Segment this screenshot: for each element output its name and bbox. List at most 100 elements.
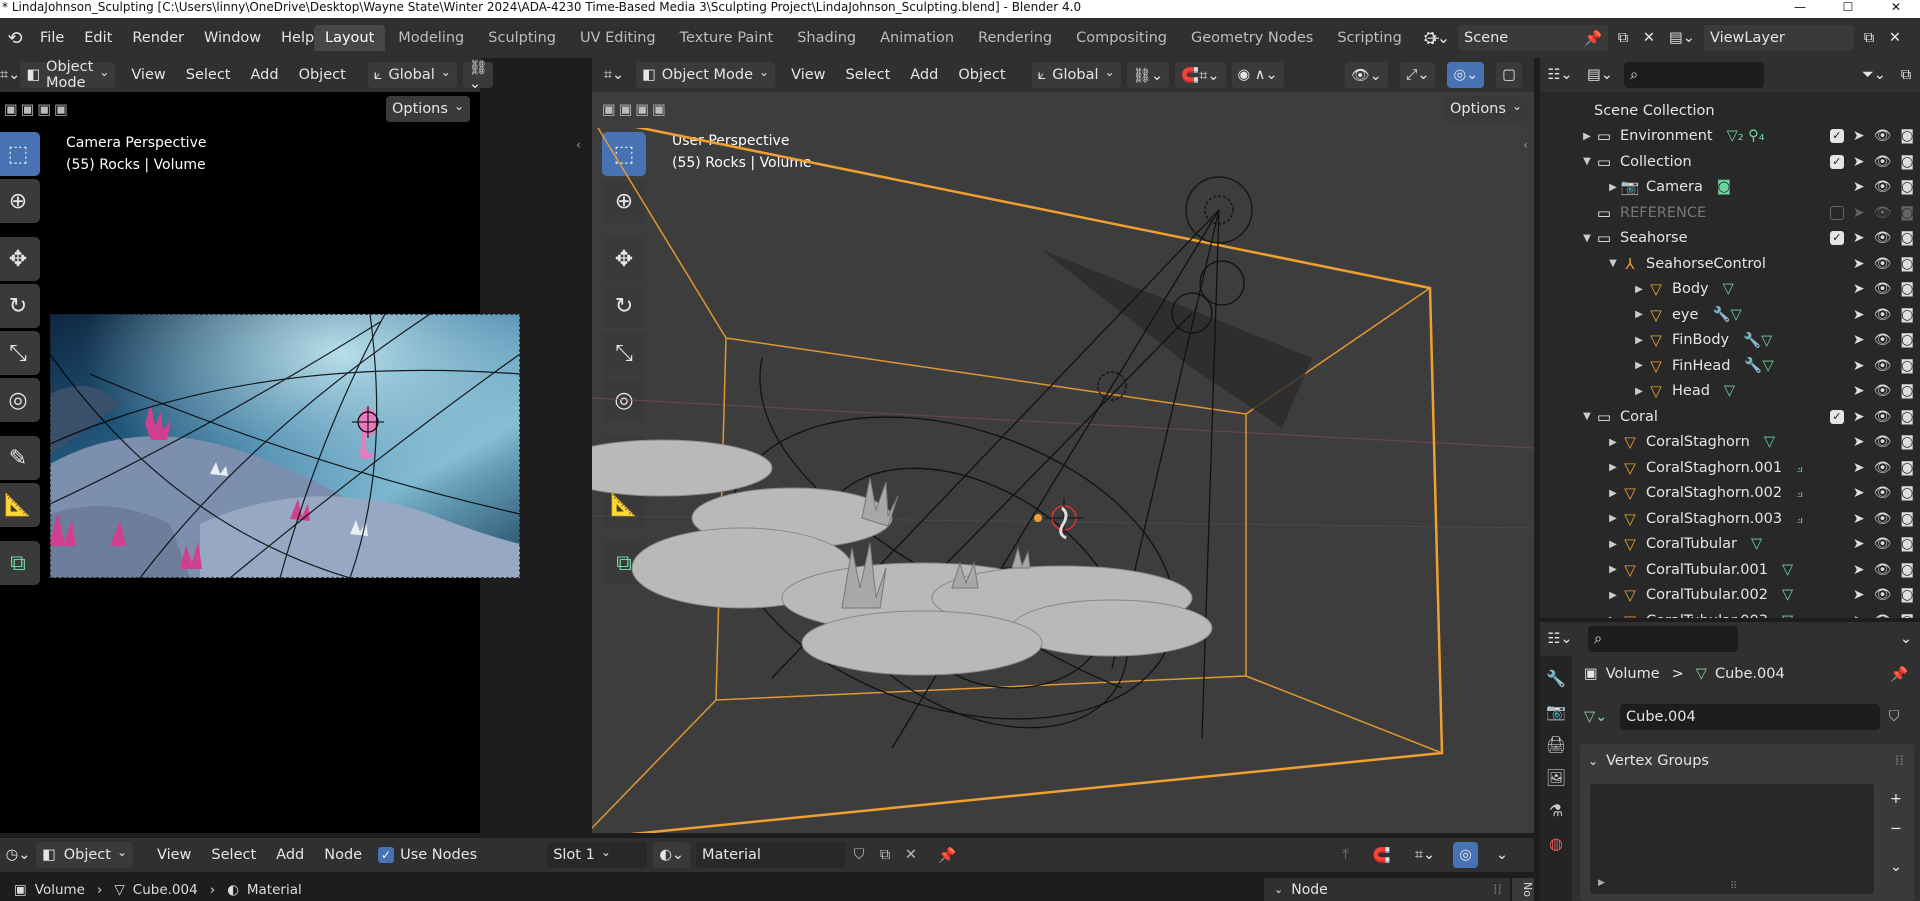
expand-down-icon[interactable]: ▼ — [1580, 233, 1594, 244]
tab-rendering[interactable]: Rendering — [967, 25, 1063, 51]
use-nodes-checkbox[interactable]: ✓ — [378, 847, 395, 863]
modifier-icons[interactable]: ▽ — [1723, 281, 1734, 297]
expand-down-icon[interactable]: ▼ — [1580, 411, 1594, 422]
tab-geometry-nodes[interactable]: Geometry Nodes — [1180, 25, 1324, 51]
render-camera-icon[interactable]: ◙ — [1900, 536, 1914, 552]
modifier-icons[interactable]: 🔧▽ — [1712, 306, 1741, 323]
eye-icon[interactable]: 👁 — [1874, 434, 1892, 450]
render-camera-icon[interactable]: ◙ — [1900, 128, 1914, 144]
menu-select[interactable]: Select — [176, 67, 241, 83]
eye-icon[interactable]: 👁 — [1874, 536, 1892, 552]
modifier-icons[interactable]: ▽ — [1724, 383, 1735, 399]
expand-right-icon[interactable]: ▶ — [1606, 539, 1620, 550]
expand-right-icon[interactable]: ▶ — [1632, 309, 1646, 320]
selectable-icon[interactable]: ➤ — [1853, 434, 1865, 450]
modifier-icons[interactable]: 🔧▽ — [1744, 357, 1773, 374]
new-collection-icon[interactable]: ⧉ — [1892, 67, 1920, 83]
outliner-row[interactable]: ▶ 📷 Camera ◙ ➤ 👁 ◙ — [1540, 175, 1920, 201]
menu-view[interactable]: View — [147, 847, 201, 863]
outliner-row[interactable]: ▶ ▽ CoralTubular ▽ ➤ 👁 ◙ — [1540, 532, 1920, 558]
selectable-icon[interactable]: ➤ — [1853, 358, 1865, 374]
visibility-icon[interactable]: 👁⌄ — [1345, 62, 1388, 88]
tab-shading[interactable]: Shading — [786, 25, 867, 51]
expand-right-icon[interactable]: ▶ — [1606, 462, 1620, 473]
snap-icon[interactable]: 🧲 — [1367, 842, 1397, 868]
exclude-checkbox[interactable] — [1829, 205, 1844, 220]
tab-texture-paint[interactable]: Texture Paint — [669, 25, 785, 51]
scene-icon[interactable]: ⛭⌄ — [1420, 28, 1454, 48]
modifier-icons[interactable]: ⟓ — [1796, 511, 1803, 527]
expand-right-icon[interactable]: ▶ — [1632, 335, 1646, 346]
render-camera-icon[interactable]: ◙ — [1900, 562, 1914, 578]
properties-search[interactable]: ⌕ — [1588, 626, 1738, 652]
properties-editor-icon[interactable]: ☷⌄ — [1540, 631, 1580, 647]
expand-right-icon[interactable]: ▶ — [1632, 386, 1646, 397]
remove-view-layer-icon[interactable]: ✕ — [1884, 30, 1906, 46]
duplicate-material-icon[interactable]: ⧉ — [872, 847, 898, 863]
add-cube-tool-icon[interactable]: ⧉ — [0, 541, 40, 585]
render-camera-icon[interactable]: ◙ — [1900, 613, 1914, 618]
menu-add[interactable]: Add — [240, 67, 288, 83]
overlay-icon[interactable]: ◎ — [1453, 842, 1478, 868]
snap-settings-icon[interactable]: ⌗⌄ — [1409, 842, 1441, 868]
render-camera-icon[interactable]: ◙ — [1900, 485, 1914, 501]
eye-icon[interactable]: 👁 — [1874, 230, 1892, 246]
eye-icon[interactable]: 👁 — [1874, 332, 1892, 348]
editor-type-icon[interactable]: ⌗⌄ — [592, 67, 636, 83]
selectable-icon[interactable]: ➤ — [1853, 536, 1865, 552]
outliner-row[interactable]: ▼ ⅄ SeahorseControl ➤ 👁 ◙ — [1540, 251, 1920, 277]
render-camera-icon[interactable]: ◙ — [1900, 230, 1914, 246]
selectable-icon[interactable]: ➤ — [1853, 230, 1865, 246]
selectable-icon[interactable]: ➤ — [1853, 485, 1865, 501]
move-tool-icon[interactable]: ✥ — [0, 237, 40, 281]
exclude-checkbox[interactable]: ✓ — [1829, 154, 1844, 169]
modifier-icons[interactable]: ◙ — [1717, 179, 1731, 195]
transform-orientation-dropdown[interactable]: ⟀ Global — [367, 62, 457, 88]
exclude-checkbox[interactable]: ✓ — [1829, 231, 1844, 246]
select-mode-icons[interactable]: ▣▣▣▣ — [4, 102, 71, 118]
editor-type-icon[interactable]: ◷⌄ — [0, 847, 36, 863]
cursor-tool-icon[interactable]: ⊕ — [0, 179, 40, 223]
unlink-material-icon[interactable]: ✕ — [898, 847, 924, 863]
drag-handle-icon[interactable]: ⁞⁞ — [1895, 753, 1904, 769]
fake-user-icon[interactable]: ⛉ — [846, 847, 872, 863]
eye-icon[interactable]: 👁 — [1874, 613, 1892, 618]
eye-icon[interactable]: 👁 — [1874, 179, 1892, 195]
slot-dropdown[interactable]: Slot 1 — [547, 842, 648, 868]
fake-user-icon[interactable]: ⛉ — [1880, 709, 1908, 725]
new-scene-icon[interactable]: ⧉ — [1612, 30, 1634, 46]
remove-vertex-group-button[interactable]: − — [1884, 816, 1908, 842]
outliner-row[interactable]: ▶ ▽ CoralTubular.002 ▽ ➤ 👁 ◙ — [1540, 583, 1920, 609]
outliner-row[interactable]: ▶ ▽ FinBody 🔧▽ ➤ 👁 ◙ — [1540, 328, 1920, 354]
eye-icon[interactable]: 👁 — [1874, 128, 1892, 144]
eye-icon[interactable]: 👁 — [1874, 409, 1892, 425]
material-browse-icon[interactable]: ◐⌄ — [653, 842, 690, 868]
outliner-row[interactable]: Scene Collection — [1540, 98, 1920, 124]
outliner-row[interactable]: ▶ ▽ Head ▽ ➤ 👁 ◙ — [1540, 379, 1920, 405]
menu-view[interactable]: View — [781, 67, 835, 83]
menu-select[interactable]: Select — [836, 67, 901, 83]
remove-scene-icon[interactable]: ✕ — [1638, 30, 1660, 46]
render-camera-icon[interactable]: ◙ — [1900, 358, 1914, 374]
selectable-icon[interactable]: ➤ — [1853, 587, 1865, 603]
modifier-icons[interactable]: ⟓ — [1796, 460, 1803, 476]
tab-scripting[interactable]: Scripting — [1326, 25, 1412, 51]
transform-tool-icon[interactable]: ◎ — [0, 378, 40, 422]
drag-handle-icon[interactable]: ⁞⁞ — [1493, 882, 1502, 898]
minimize-button[interactable]: — — [1776, 0, 1824, 18]
eye-icon[interactable]: 👁 — [1874, 281, 1892, 297]
resize-handle-icon[interactable]: ⠿ — [1730, 881, 1737, 892]
transform-orientation-dropdown[interactable]: ⟀ Global — [1031, 62, 1121, 88]
scene-selector[interactable]: Scene 📌 — [1458, 25, 1608, 51]
selectable-icon[interactable]: ➤ — [1853, 383, 1865, 399]
outliner-row[interactable]: ▶ ▽ CoralStaghorn ▽ ➤ 👁 ◙ — [1540, 430, 1920, 456]
menu-object[interactable]: Object — [289, 67, 356, 83]
new-view-layer-icon[interactable]: ⧉ — [1858, 30, 1880, 46]
render-camera-icon[interactable]: ◙ — [1900, 205, 1914, 221]
modifier-icons[interactable]: ▽ — [1782, 562, 1793, 578]
outliner-row[interactable]: ▶ ▽ CoralStaghorn.003 ⟓ ➤ 👁 ◙ — [1540, 506, 1920, 532]
exclude-checkbox[interactable]: ✓ — [1829, 129, 1844, 144]
snap-icon[interactable]: 🧲⌗⌄ — [1175, 62, 1226, 88]
eye-icon[interactable]: 👁 — [1874, 511, 1892, 527]
options-dropdown[interactable]: Options — [1443, 96, 1528, 122]
